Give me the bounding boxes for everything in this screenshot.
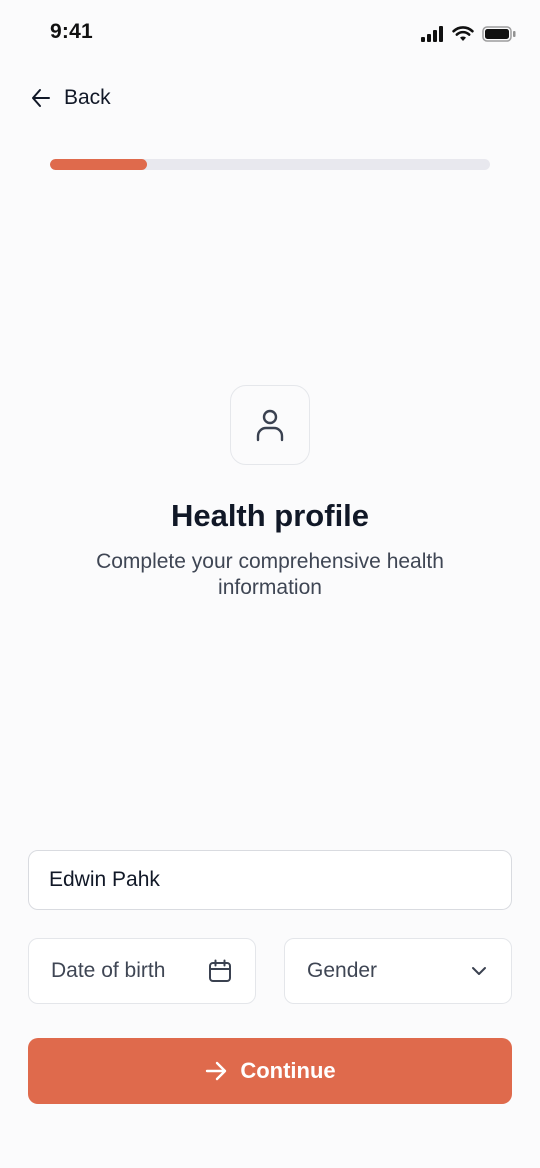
page-title: Health profile: [170, 498, 370, 533]
battery-icon: [482, 26, 516, 42]
profile-icon-container: [230, 385, 310, 465]
page-subtitle: Complete your comprehensive health infor…: [96, 550, 444, 599]
arrow-left-icon: [30, 87, 52, 109]
name-field[interactable]: [28, 850, 512, 910]
wifi-icon: [452, 26, 474, 42]
date-of-birth-field[interactable]: Date of birth: [28, 938, 256, 1004]
user-icon: [255, 408, 285, 442]
date-of-birth-placeholder: Date of birth: [51, 959, 166, 982]
cellular-signal-icon: [421, 26, 444, 42]
continue-button[interactable]: Continue: [28, 1038, 512, 1104]
calendar-icon: [207, 958, 233, 984]
chevron-down-icon: [469, 961, 489, 981]
arrow-right-icon: [204, 1059, 228, 1083]
back-button[interactable]: Back: [30, 82, 111, 114]
name-input[interactable]: [49, 868, 491, 892]
continue-label: Continue: [240, 1058, 336, 1083]
status-icons: [421, 24, 516, 44]
gender-select[interactable]: Gender: [284, 938, 512, 1004]
progress-fill: [50, 159, 147, 170]
progress-bar: [50, 159, 490, 170]
back-label: Back: [64, 86, 111, 109]
status-bar: 9:41: [0, 0, 540, 70]
gender-placeholder: Gender: [307, 959, 378, 982]
status-time: 9:41: [50, 20, 93, 43]
